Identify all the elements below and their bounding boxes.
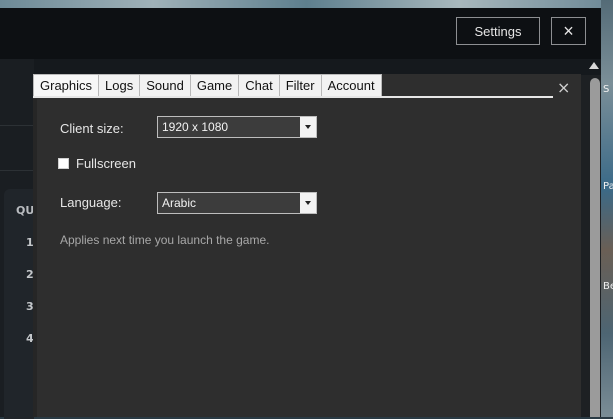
tab-chat[interactable]: Chat <box>238 74 280 96</box>
fullscreen-label[interactable]: Fullscreen <box>76 156 136 171</box>
client-size-value: 1920 x 1080 <box>162 120 229 134</box>
tab-account[interactable]: Account <box>320 74 382 96</box>
tab-logs[interactable]: Logs <box>98 74 141 96</box>
host-divider <box>0 170 34 171</box>
dialog-close-icon[interactable]: × <box>557 80 570 96</box>
graphics-settings-panel: Client size: 1920 x 1080 Fullscreen Lang… <box>37 99 581 417</box>
edge-label: Pa <box>603 181 613 192</box>
language-select[interactable]: Arabic <box>157 192 317 214</box>
tab-filter[interactable]: Filter <box>278 74 322 96</box>
client-size-select[interactable]: 1920 x 1080 <box>157 116 317 138</box>
settings-tabs: Graphics Logs Sound Game Chat Filter Acc… <box>33 74 382 96</box>
chevron-down-icon[interactable] <box>300 117 316 137</box>
window-close-button[interactable]: × <box>551 17 586 45</box>
client-size-label: Client size: <box>60 121 124 136</box>
chevron-down-icon[interactable] <box>300 193 316 213</box>
tab-game[interactable]: Game <box>189 74 240 96</box>
desktop-wallpaper-top <box>0 0 613 8</box>
host-divider <box>0 125 34 126</box>
settings-button[interactable]: Settings <box>456 17 540 45</box>
edge-label: S <box>603 84 610 95</box>
scroll-up-icon[interactable] <box>589 62 599 69</box>
desktop-wallpaper-right <box>601 0 613 417</box>
host-titlebar: Settings × <box>0 8 601 59</box>
fullscreen-checkbox[interactable] <box>58 158 69 169</box>
settings-dialog: Graphics Logs Sound Game Chat Filter Acc… <box>33 74 581 417</box>
tab-underline <box>33 96 553 98</box>
host-queue-card: QU 1 2 3 4 <box>4 189 34 419</box>
scrollbar-thumb[interactable] <box>590 78 600 417</box>
host-card-title: QU <box>16 204 35 217</box>
language-label: Language: <box>60 195 122 210</box>
restart-note: Applies next time you launch the game. <box>60 233 270 247</box>
edge-label: Be <box>603 281 613 292</box>
language-value: Arabic <box>162 196 197 210</box>
tab-sound[interactable]: Sound <box>139 74 191 96</box>
tab-graphics[interactable]: Graphics <box>33 74 100 96</box>
